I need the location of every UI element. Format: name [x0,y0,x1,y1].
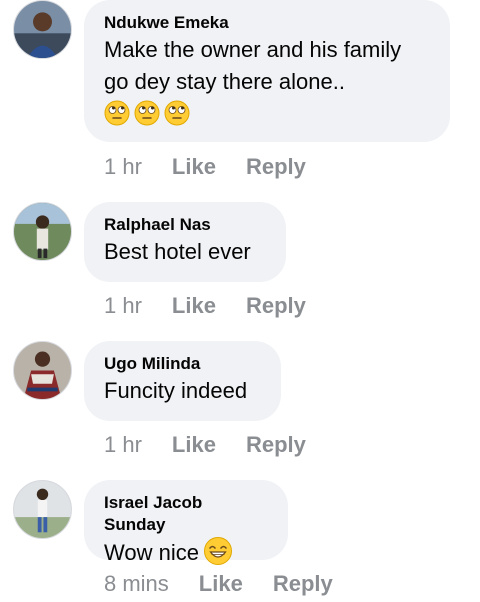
like-button[interactable]: Like [172,293,216,319]
comment-actions: 1 hr Like Reply [104,154,336,180]
comment-text-row: Wow nice [104,536,268,569]
comment-timestamp: 1 hr [104,293,142,318]
comment-text: Wow nice [104,540,199,565]
comment-actions: 8 mins Like Reply [104,571,363,597]
like-button[interactable]: Like [172,154,216,180]
comment-bubble: Israel Jacob Sunday Wow nice [84,480,288,565]
comment-bubble: Ndukwe Emeka Make the owner and his fami… [84,0,450,142]
like-button[interactable]: Like [172,432,216,458]
comment-author[interactable]: Israel Jacob Sunday [104,492,268,536]
avatar[interactable] [13,202,72,261]
reply-button[interactable]: Reply [246,154,306,180]
grinning-emoji-icon [203,536,233,566]
comment-timestamp: 1 hr [104,154,142,179]
comment-bubble: Ugo Milinda Funcity indeed [84,341,281,421]
comment-text: Make the owner and his family [104,37,402,62]
avatar[interactable] [13,0,72,59]
comment-author[interactable]: Ndukwe Emeka [104,12,430,34]
comment-actions: 1 hr Like Reply [104,432,336,458]
comment-text: Best hotel ever [104,239,251,264]
reply-button[interactable]: Reply [273,571,333,597]
avatar[interactable] [13,480,72,539]
comment-author[interactable]: Ugo Milinda [104,353,261,375]
reply-button[interactable]: Reply [246,293,306,319]
comment-text: go dey stay there alone.. [104,69,345,94]
like-button[interactable]: Like [199,571,243,597]
rolling-eyes-emoji-icon [134,100,160,126]
avatar[interactable] [13,341,72,400]
comment-author[interactable]: Ralphael Nas [104,214,266,236]
comment-timestamp: 1 hr [104,432,142,457]
rolling-eyes-emoji-icon [104,100,130,126]
rolling-eyes-emoji-icon [164,100,190,126]
comment-timestamp: 8 mins [104,571,169,596]
comment-bubble: Ralphael Nas Best hotel ever [84,202,286,282]
comment-text: Funcity indeed [104,378,248,403]
reply-button[interactable]: Reply [246,432,306,458]
comment-actions: 1 hr Like Reply [104,293,336,319]
